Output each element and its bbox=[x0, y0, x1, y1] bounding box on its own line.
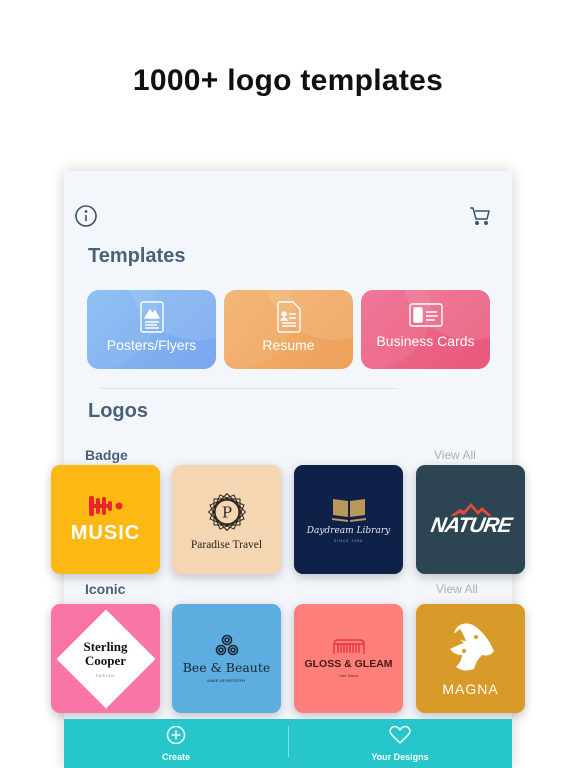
business-card-icon bbox=[408, 303, 443, 327]
template-label: Posters/Flyers bbox=[106, 337, 197, 353]
heart-icon bbox=[389, 725, 411, 744]
poster-icon bbox=[139, 301, 164, 333]
cart-icon bbox=[470, 207, 490, 225]
tab-create-label: Create bbox=[161, 752, 190, 762]
bottom-navigation: Create Your Designs bbox=[64, 719, 512, 768]
template-business-cards[interactable]: Business Cards bbox=[361, 290, 490, 369]
logo-text: Bee & Beaute bbox=[182, 660, 271, 675]
logos-heading: Logos bbox=[88, 400, 148, 422]
open-book-icon bbox=[331, 498, 366, 522]
monogram-text: P bbox=[221, 503, 231, 521]
iconic-view-all-link[interactable]: View All bbox=[436, 582, 478, 596]
logo-text: MAGNA bbox=[442, 680, 499, 697]
templates-heading: Templates bbox=[88, 245, 186, 267]
tab-separator bbox=[288, 726, 289, 757]
comb-icon bbox=[332, 639, 365, 654]
logo-text: NATURE bbox=[428, 513, 513, 537]
ornate-frame-icon: P bbox=[207, 492, 246, 531]
template-posters-flyers[interactable]: Posters/Flyers bbox=[87, 290, 216, 369]
resume-icon bbox=[276, 301, 301, 333]
logo-subtext: Hair Salon bbox=[339, 673, 358, 678]
logo-text: Daydream Library bbox=[306, 525, 391, 536]
logo-subtext: FASION bbox=[96, 673, 115, 678]
logo-text: Paradise Travel bbox=[190, 538, 263, 551]
logo-tile-sterling-cooper[interactable]: Sterling Cooper FASION bbox=[51, 604, 160, 713]
section-divider bbox=[100, 388, 398, 389]
info-icon bbox=[75, 205, 97, 227]
logo-tile-magna[interactable]: MAGNA bbox=[416, 604, 525, 713]
template-label: Business Cards bbox=[376, 333, 475, 349]
logo-text: Sterling Cooper bbox=[83, 638, 128, 668]
logo-tile-music[interactable]: MUSIC bbox=[51, 465, 160, 574]
page-headline: 1000+ logo templates bbox=[132, 64, 444, 97]
tab-your-designs-label: Your Designs bbox=[371, 752, 429, 762]
logo-tile-paradise-travel[interactable]: P Paradise Travel bbox=[172, 465, 281, 574]
music-wave-icon bbox=[88, 496, 122, 516]
badge-view-all-link[interactable]: View All bbox=[434, 448, 476, 462]
template-label: Resume bbox=[262, 337, 315, 353]
category-badge-label: Badge bbox=[85, 447, 128, 463]
logo-subtext: SINCE 1986 bbox=[333, 538, 364, 543]
cart-button[interactable] bbox=[468, 204, 492, 228]
info-button[interactable] bbox=[74, 204, 98, 228]
logo-tile-daydream-library[interactable]: Daydream Library SINCE 1986 bbox=[294, 465, 403, 574]
logo-tile-gloss-gleam[interactable]: GLOSS & GLEAM Hair Salon bbox=[294, 604, 403, 713]
logo-text: GLOSS & GLEAM bbox=[304, 658, 393, 670]
logo-subtext: MAKE UP ARTISTRY bbox=[207, 678, 246, 683]
category-iconic-label: Iconic bbox=[85, 581, 126, 597]
triskele-icon bbox=[215, 634, 238, 656]
tab-create[interactable]: Create bbox=[64, 719, 288, 768]
plus-circle-icon bbox=[166, 725, 186, 745]
animal-head-icon bbox=[449, 622, 494, 671]
template-resume[interactable]: Resume bbox=[224, 290, 353, 369]
tab-your-designs[interactable]: Your Designs bbox=[288, 719, 512, 768]
logo-text: MUSIC bbox=[70, 522, 141, 544]
logo-tile-bee-beaute[interactable]: Bee & Beaute MAKE UP ARTISTRY bbox=[172, 604, 281, 713]
logo-tile-nature[interactable]: NATURE bbox=[416, 465, 525, 574]
